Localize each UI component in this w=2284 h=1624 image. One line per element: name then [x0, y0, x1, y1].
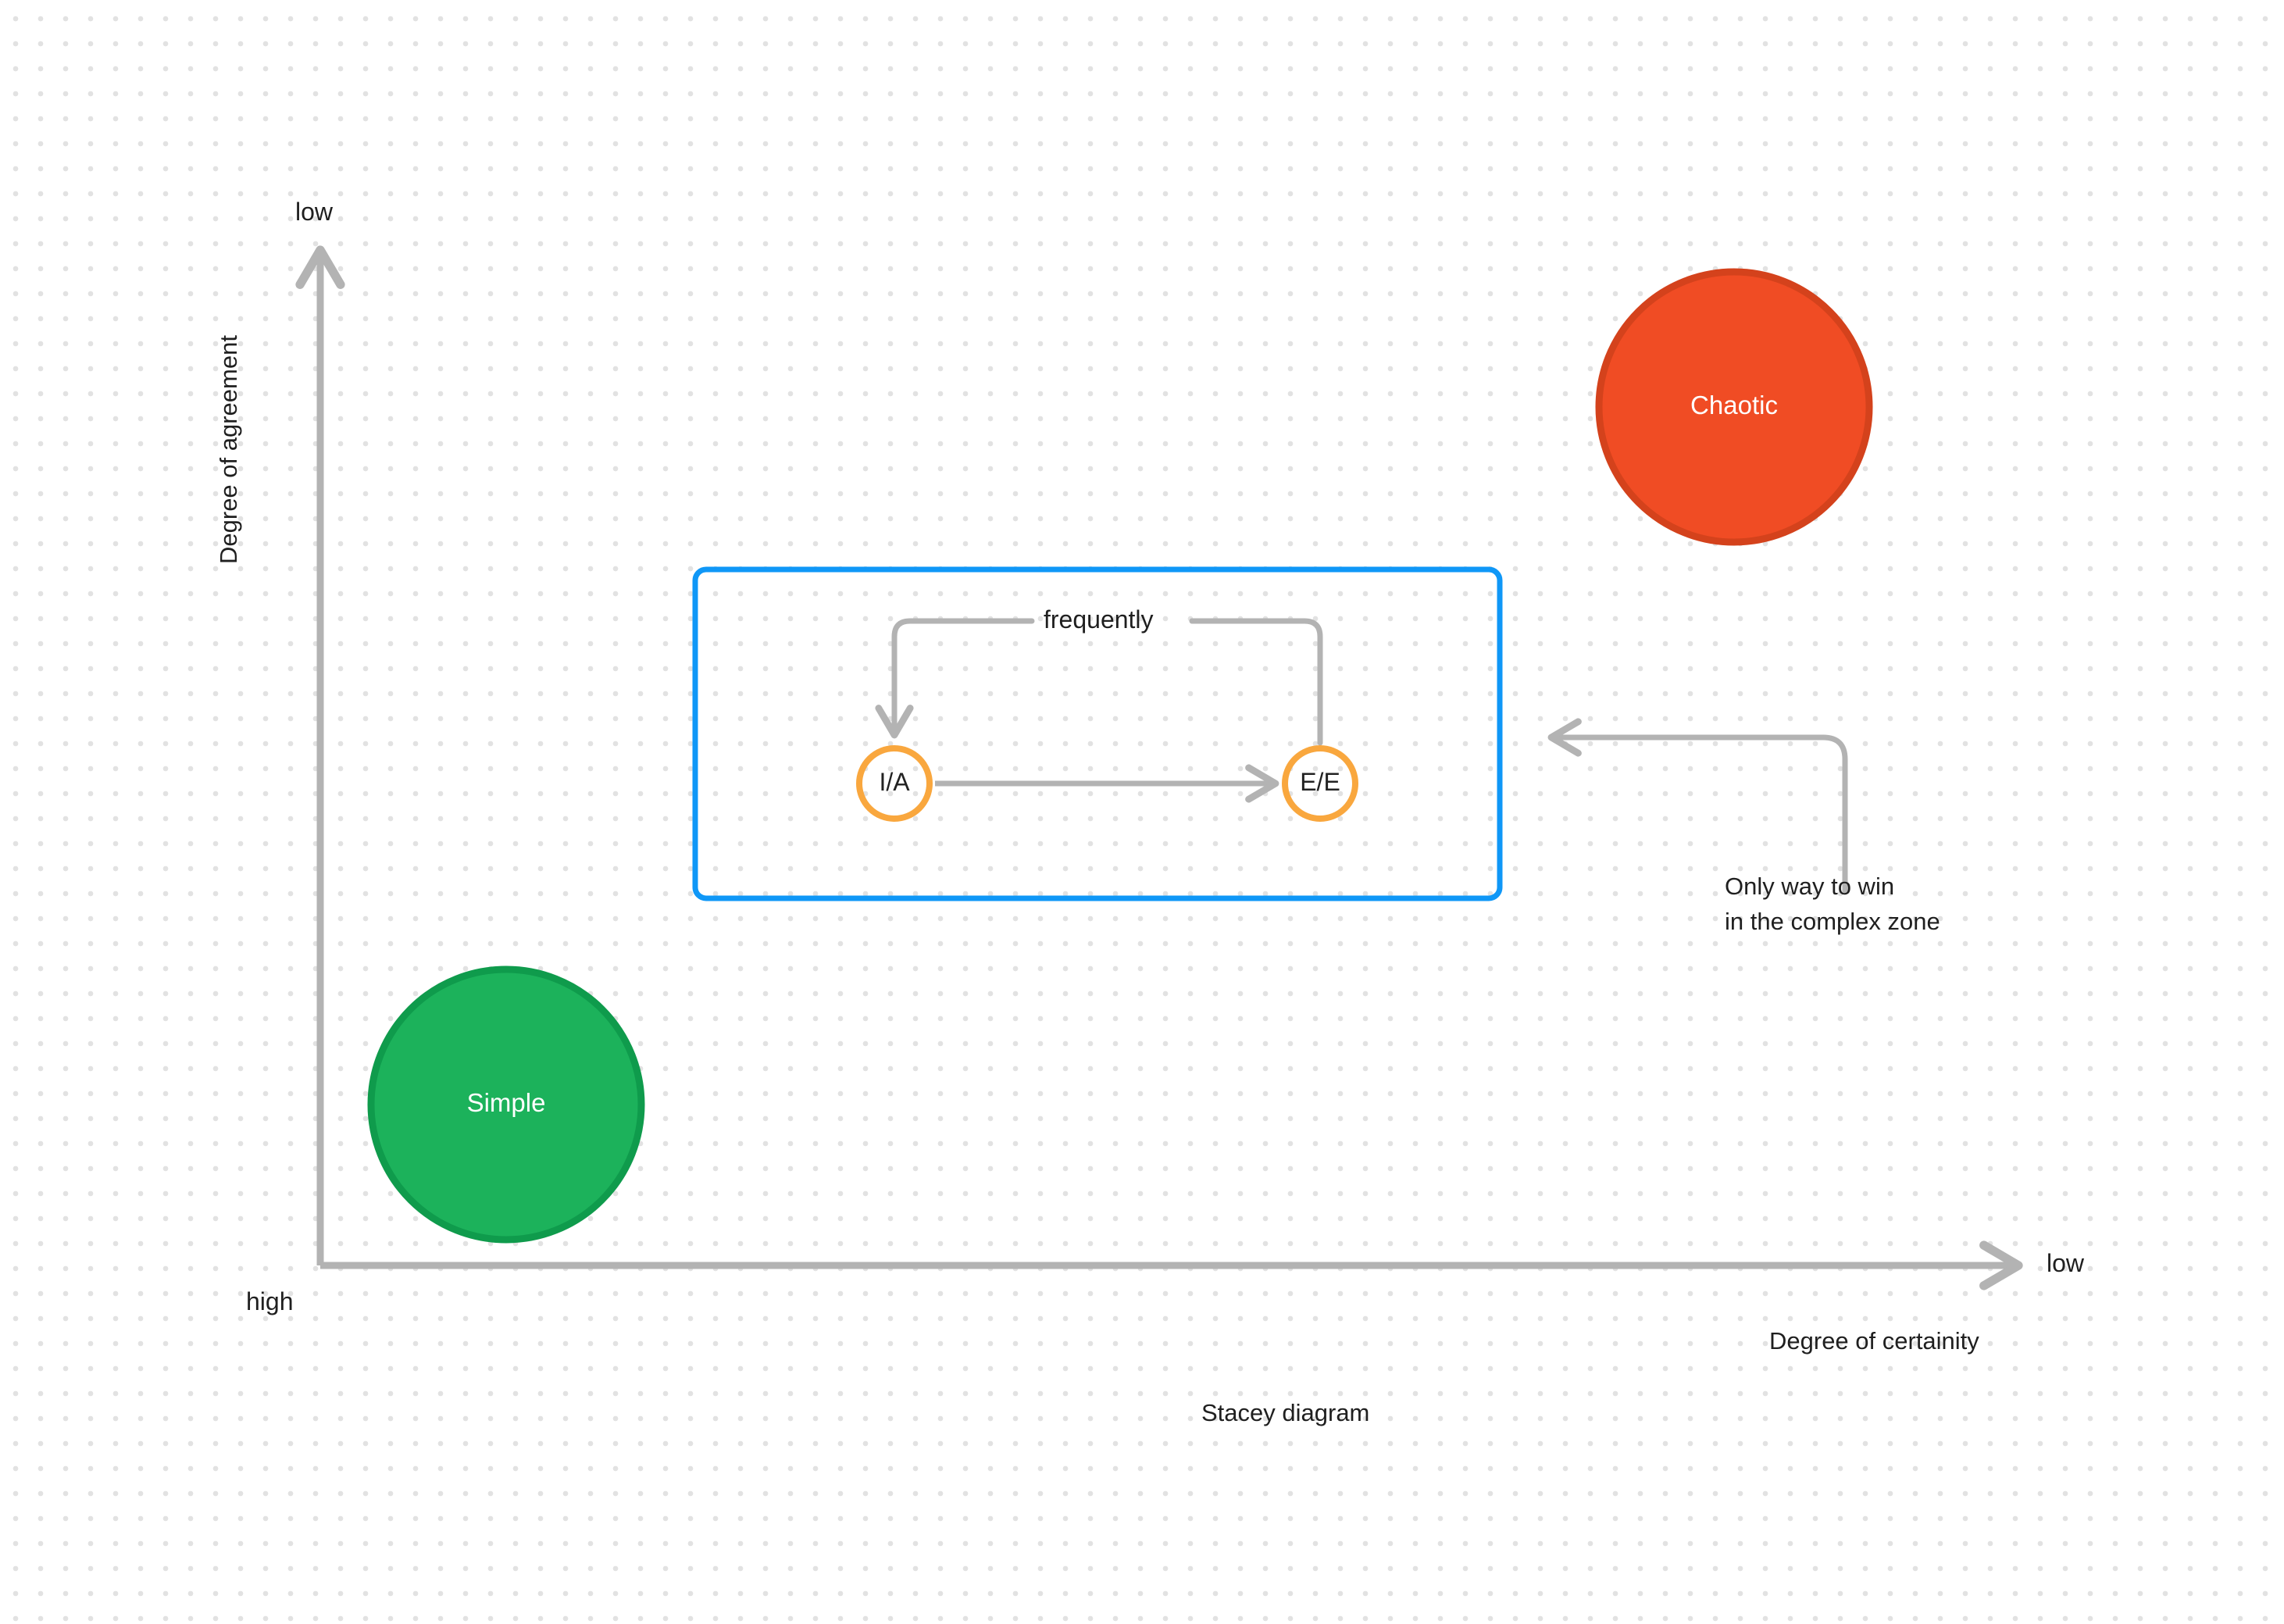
complex-zone-annotation: Only way to win in the complex zone [1725, 873, 1940, 935]
edge-ee-to-ia-right-segment [1189, 618, 1323, 746]
y-axis-top-label: low [295, 198, 334, 226]
y-axis-title: Degree of agreement [215, 335, 242, 564]
node-ia-label: I/A [879, 768, 910, 796]
x-axis-title: Degree of certainity [1769, 1327, 1979, 1355]
edge-ee-to-ia-left-segment [875, 618, 1035, 739]
y-axis-bottom-label: high [246, 1287, 294, 1315]
diagram-vector-layer [295, 245, 2023, 1290]
stacey-diagram-canvas: low high Degree of agreement low Degree … [0, 0, 2284, 1624]
bubble-simple-label: Simple [466, 1088, 546, 1117]
node-ee-label: E/E [1300, 768, 1340, 796]
x-axis-right-label: low [2047, 1249, 2085, 1277]
edge-frequently-label: frequently [1044, 605, 1154, 634]
bubble-chaotic-label: Chaotic [1690, 391, 1778, 419]
diagram-caption: Stacey diagram [1201, 1399, 1370, 1426]
